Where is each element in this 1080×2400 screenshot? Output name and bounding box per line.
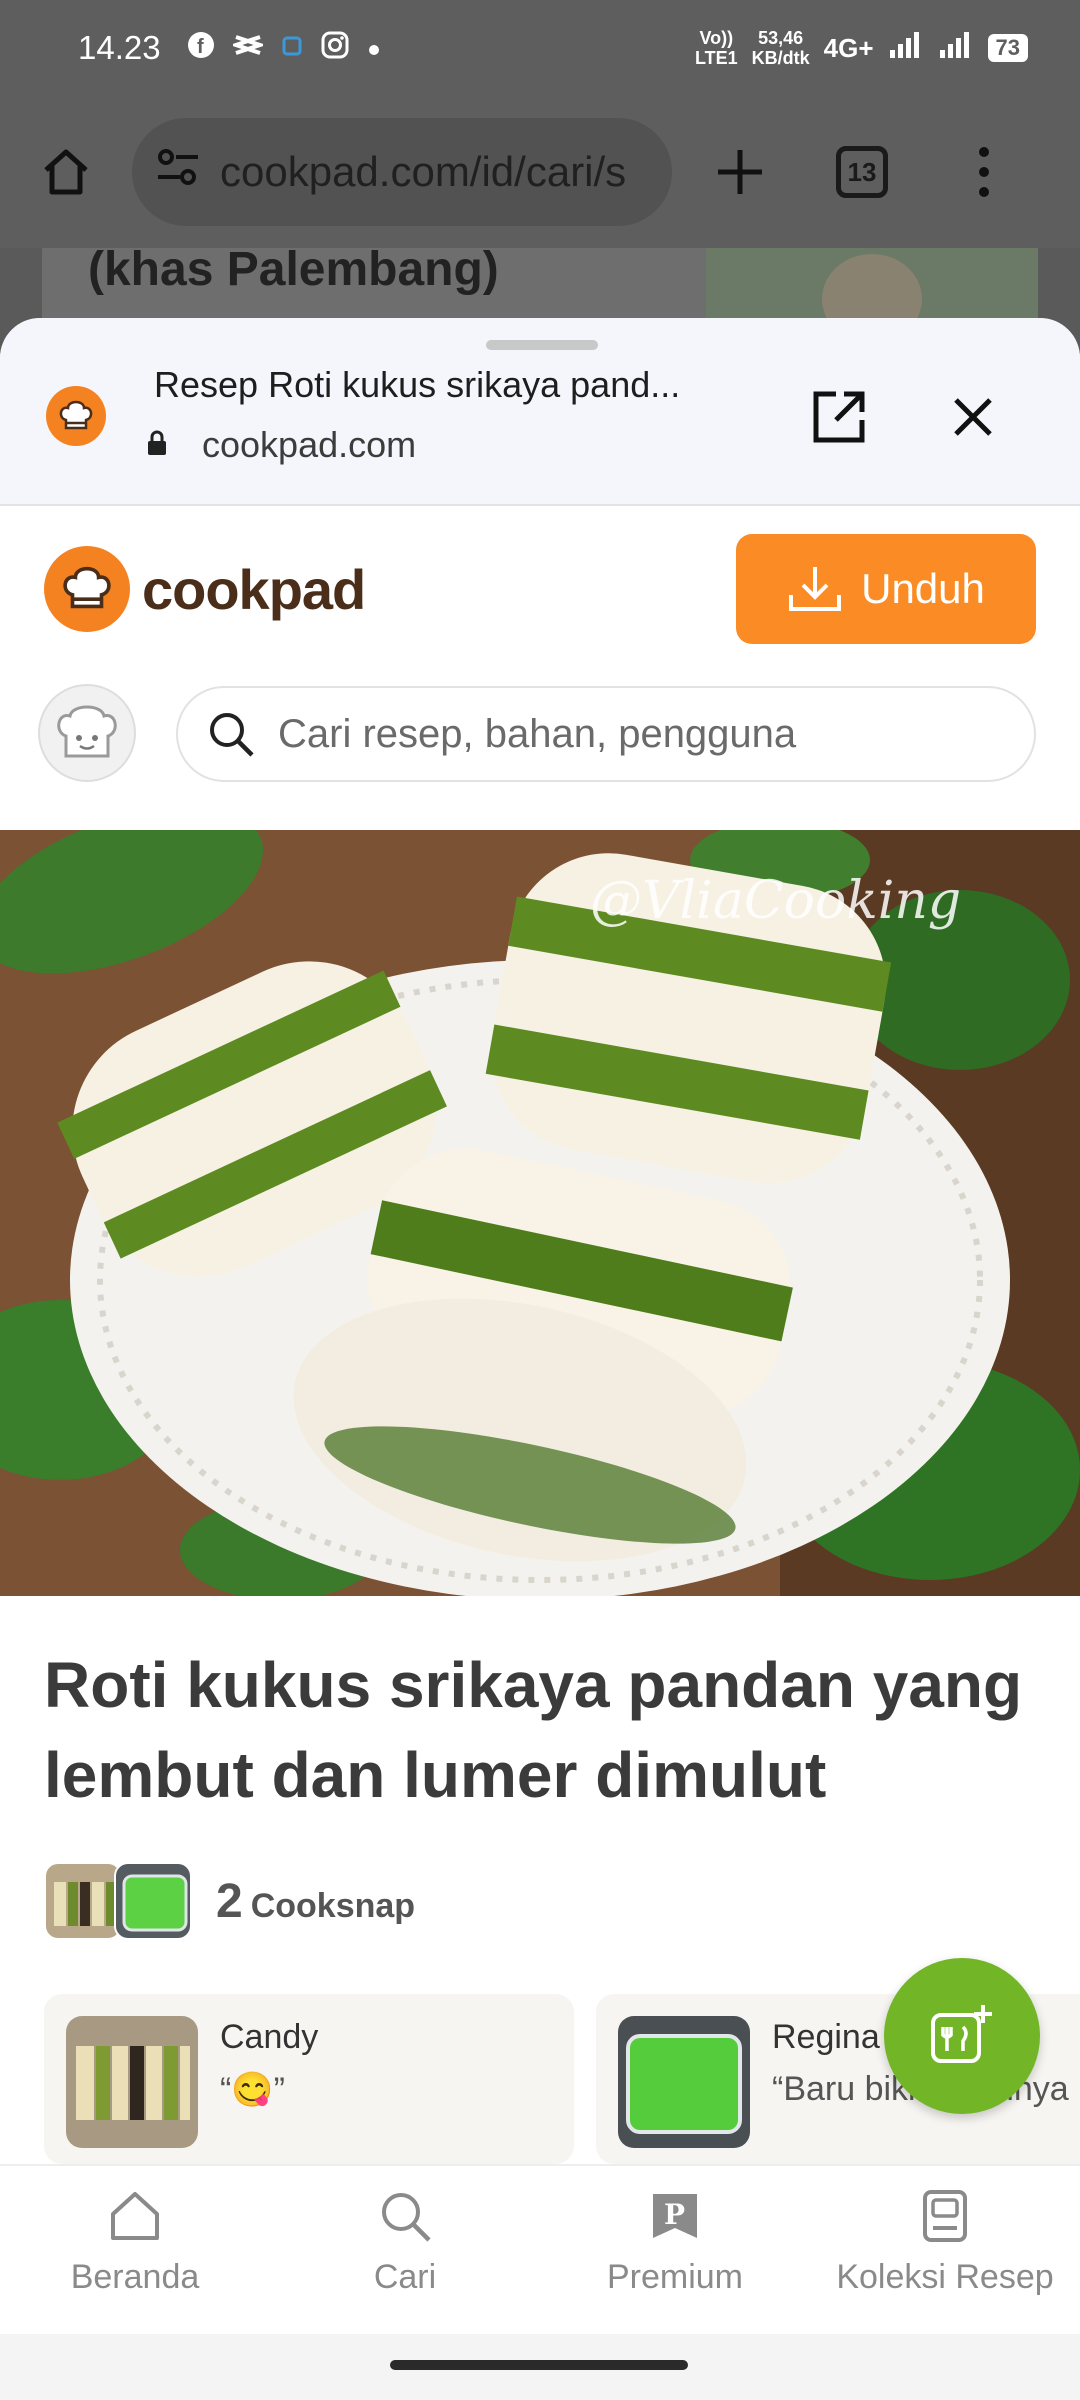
- new-tab-button[interactable]: [702, 134, 778, 210]
- facebook-icon: f: [187, 31, 215, 66]
- volte-text: Vo)): [699, 28, 734, 48]
- cooksnap-thumbnails: [44, 1862, 192, 1940]
- download-icon: [789, 567, 842, 611]
- home-gesture-pill[interactable]: [390, 2360, 688, 2370]
- nav-koleksi-resep[interactable]: Koleksi Resep: [810, 2166, 1080, 2334]
- instagram-icon: [321, 31, 349, 66]
- add-cooksnap-icon: [931, 2005, 992, 2063]
- cooksnap-card[interactable]: Candy “😋”: [44, 1994, 574, 2164]
- search-icon: [210, 713, 254, 757]
- cookpad-header: cookpad Unduh: [0, 506, 1080, 644]
- custom-tab-domain-row: cookpad.com: [148, 424, 417, 466]
- nav-label: Koleksi Resep: [836, 2258, 1054, 2296]
- svg-text:P: P: [664, 2198, 685, 2231]
- tab-switcher-button[interactable]: 13: [824, 134, 900, 210]
- status-time: 14.23: [78, 29, 161, 66]
- download-app-button[interactable]: Unduh: [736, 534, 1036, 644]
- recipe-photo: @VliaCooking: [0, 830, 1080, 1596]
- plus-icon: [718, 150, 762, 194]
- cooksnap-summary[interactable]: 2 Cooksnap: [44, 1862, 415, 1940]
- close-icon: [954, 398, 992, 436]
- nav-beranda[interactable]: Beranda: [0, 2166, 270, 2334]
- cooksnap-author: Candy: [220, 2018, 319, 2056]
- bottom-navigation: Beranda Cari P Premium Koleksi Resep: [0, 2164, 1080, 2334]
- chef-hat-icon: [59, 400, 93, 430]
- premium-icon: P: [653, 2194, 697, 2238]
- drag-handle[interactable]: [486, 340, 598, 350]
- open-in-browser-button[interactable]: [810, 388, 868, 446]
- book-icon: [923, 2190, 967, 2242]
- battery-indicator: 73: [987, 34, 1028, 62]
- cooksnap-photo: [618, 2016, 750, 2148]
- close-button[interactable]: [944, 388, 1002, 446]
- home-icon: [44, 149, 88, 195]
- cooksnap-author: Regina: [772, 2018, 880, 2056]
- cooksnap-comment: “😋”: [220, 2071, 285, 2109]
- cookpad-logo-mark: [44, 546, 130, 632]
- network-speed: 53,46 KB/dtk: [752, 28, 810, 68]
- more-notifications-dot-icon: [367, 32, 381, 64]
- cookpad-logo[interactable]: cookpad: [44, 546, 366, 632]
- more-vert-icon: [979, 147, 989, 197]
- status-bar: 14.23 f Vo)) LTE1 53,46 KB/dtk 4G+ 73: [0, 0, 1080, 96]
- svg-text:f: f: [197, 36, 204, 58]
- cookpad-wordmark: cookpad: [142, 557, 366, 621]
- volte-indicator: Vo)) LTE1: [695, 28, 738, 68]
- user-avatar[interactable]: [38, 684, 136, 782]
- open-external-icon: [813, 391, 865, 443]
- download-label: Unduh: [861, 565, 985, 612]
- chef-avatar-icon: [57, 705, 117, 758]
- nav-label: Premium: [606, 2258, 744, 2296]
- site-favicon: [46, 386, 106, 446]
- nav-cari[interactable]: Cari: [270, 2166, 540, 2334]
- lock-icon: [146, 424, 168, 466]
- tab-count[interactable]: 13: [836, 146, 888, 198]
- search-input[interactable]: Cari resep, bahan, pengguna: [176, 686, 1036, 782]
- app-icon: [281, 32, 303, 64]
- status-indicators: Vo)) LTE1 53,46 KB/dtk 4G+ 73: [695, 28, 1028, 68]
- signal-icon-2: [938, 30, 974, 66]
- network-type: 4G+: [823, 32, 874, 63]
- cooksnap-thumb: [44, 1862, 122, 1940]
- cooksnap-label: Cooksnap: [250, 1886, 416, 1925]
- home-icon: [111, 2192, 159, 2240]
- cooksnap-photo: [66, 2016, 198, 2148]
- chef-hat-icon: [63, 566, 111, 609]
- url-text[interactable]: cookpad.com/id/cari/s: [220, 148, 626, 196]
- notification-icons: f: [187, 31, 381, 66]
- nav-label: Cari: [373, 2258, 437, 2296]
- custom-tab-title: Resep Roti kukus srikaya pand...: [154, 364, 681, 405]
- add-cooksnap-button[interactable]: [884, 1958, 1040, 2114]
- nav-premium[interactable]: P Premium: [540, 2166, 810, 2334]
- url-bar[interactable]: cookpad.com/id/cari/s: [132, 118, 672, 226]
- cooksnap-count: 2: [216, 1874, 243, 1928]
- gesture-bar: [0, 2334, 1080, 2400]
- custom-tab-header: Resep Roti kukus srikaya pand... cookpad…: [0, 318, 1080, 506]
- browser-toolbar: cookpad.com/id/cari/s 13: [0, 96, 1080, 248]
- capcut-icon: [229, 32, 266, 64]
- background-title: (khas Palembang): [88, 248, 499, 296]
- cooksnap-thumb: [114, 1862, 192, 1940]
- menu-button[interactable]: [946, 134, 1022, 210]
- lte-text: LTE1: [694, 48, 738, 68]
- speed-unit: KB/dtk: [751, 48, 810, 68]
- nav-label: Beranda: [70, 2258, 200, 2296]
- search-row: Cari resep, bahan, pengguna: [0, 678, 1080, 788]
- search-icon: [382, 2193, 431, 2242]
- recipe-title: Roti kukus srikaya pandan yang lembut da…: [44, 1649, 1023, 1811]
- signal-icon-1: [888, 30, 924, 66]
- speed-value: 53,46: [758, 28, 804, 48]
- custom-tab-sheet: Resep Roti kukus srikaya pand... cookpad…: [0, 318, 1080, 2400]
- site-settings-icon[interactable]: [156, 147, 200, 197]
- custom-tab-domain: cookpad.com: [202, 424, 417, 465]
- home-button[interactable]: [28, 134, 104, 210]
- photo-watermark: @VliaCooking: [590, 871, 961, 931]
- search-placeholder: Cari resep, bahan, pengguna: [278, 711, 797, 756]
